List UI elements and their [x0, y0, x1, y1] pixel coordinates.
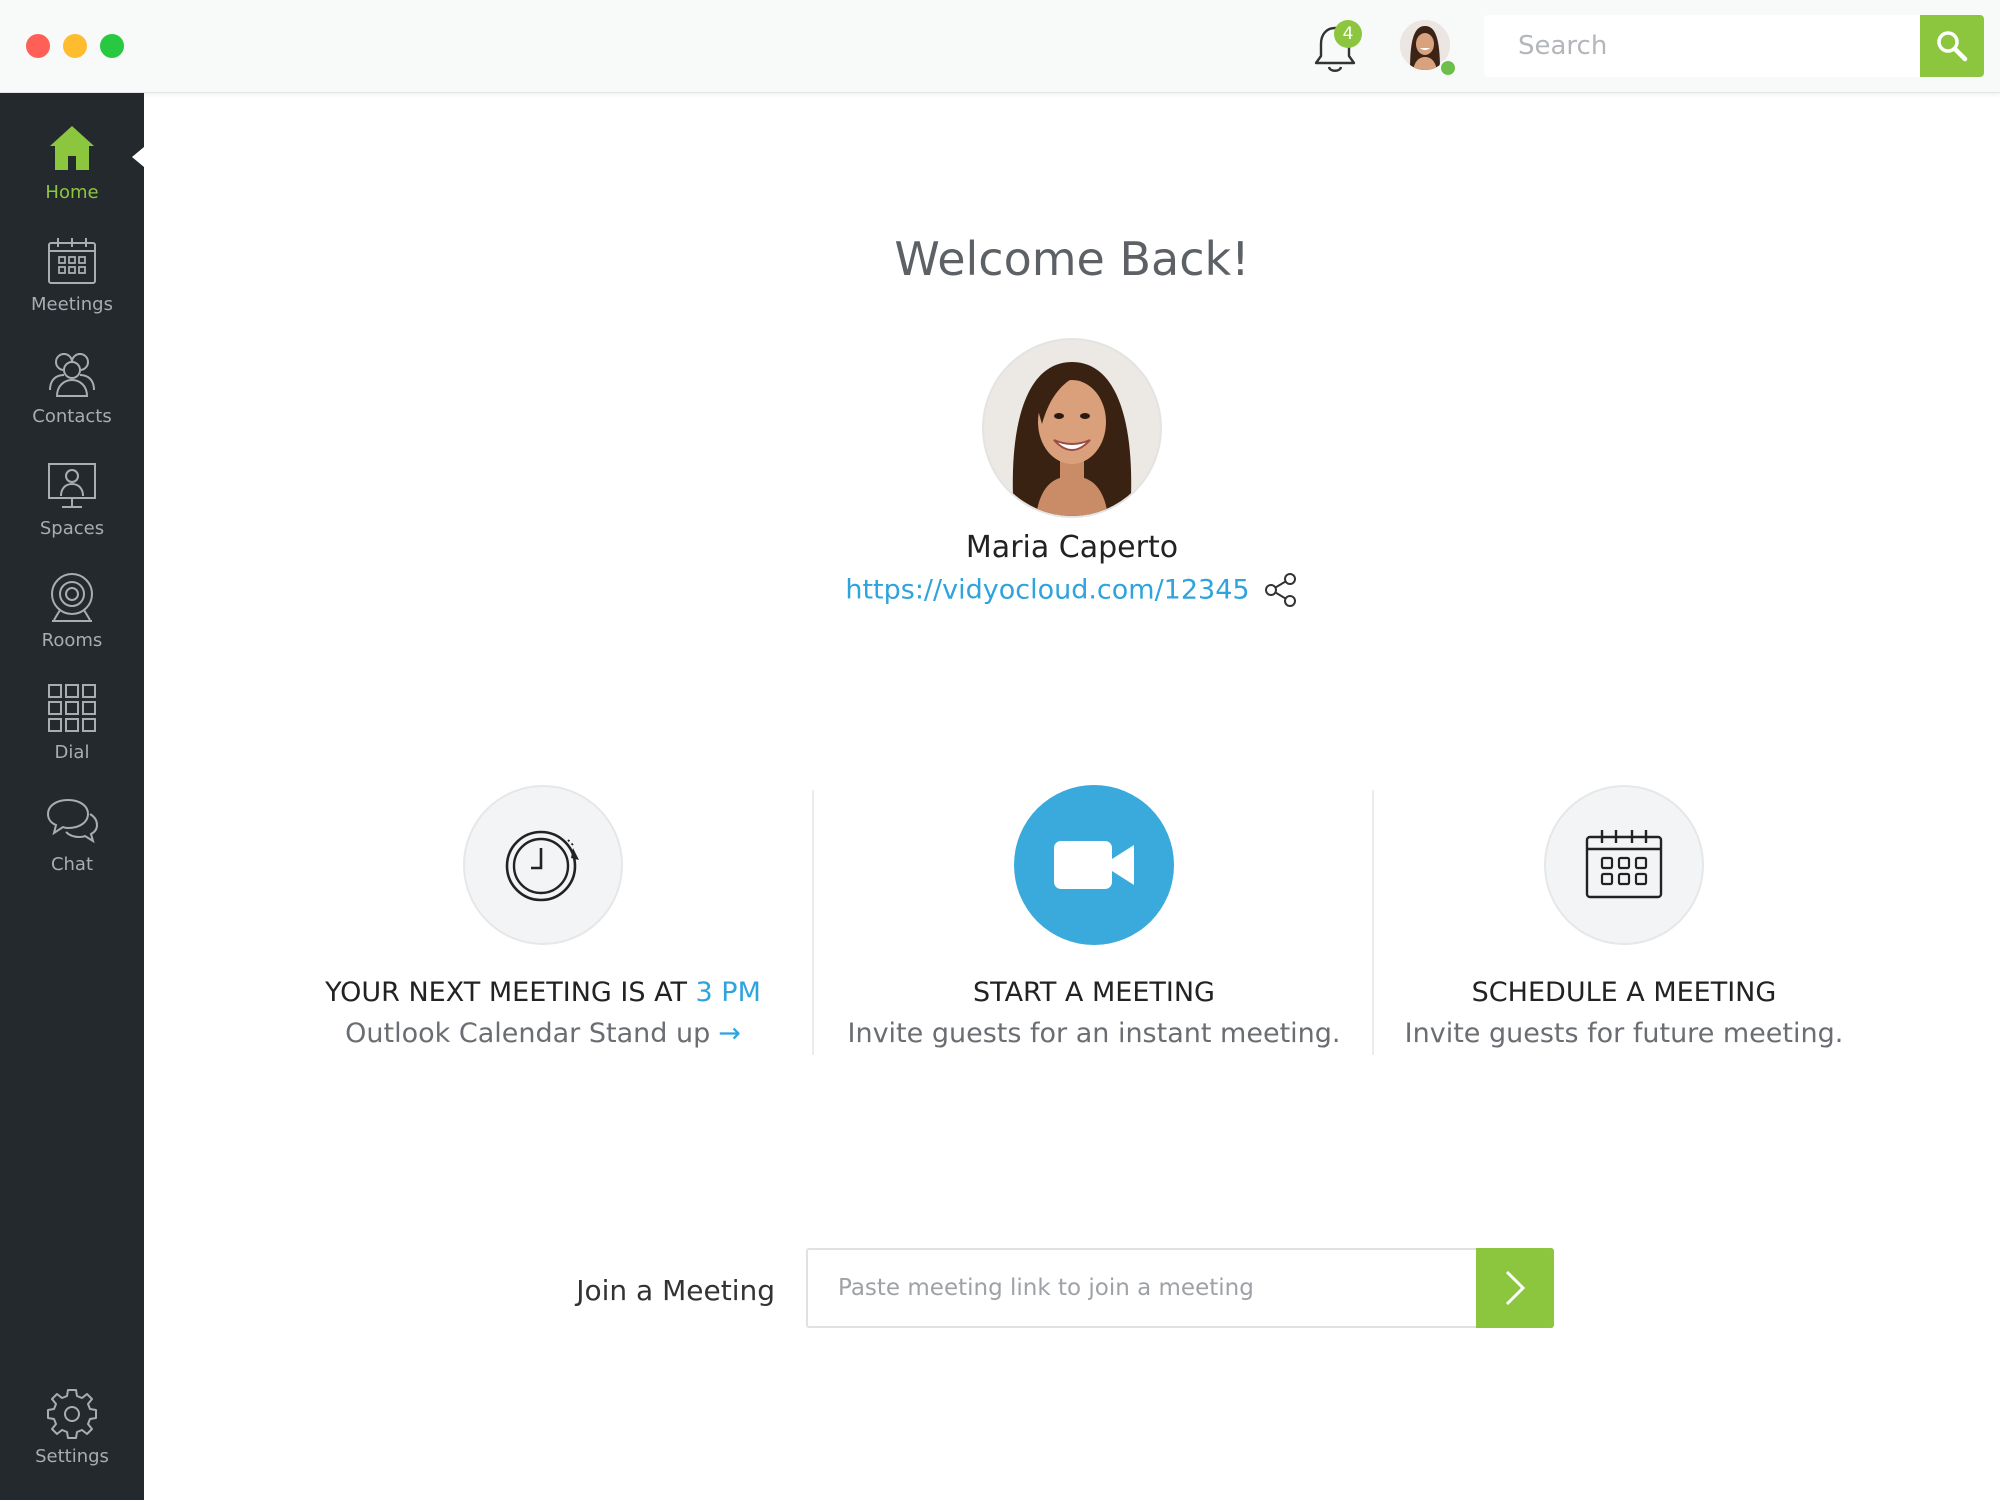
next-meeting-time: 3 PM [695, 977, 761, 1008]
sidebar-item-label: Contacts [32, 406, 112, 427]
sidebar-item-chat[interactable]: Chat [0, 794, 144, 894]
clock-icon [505, 830, 579, 902]
title-bar: 4 [0, 0, 2000, 93]
schedule-meeting-card[interactable]: SCHEDULE A MEETING Invite guests for fut… [1344, 785, 1904, 1055]
share-icon[interactable] [1263, 572, 1299, 608]
chat-bubbles-icon [46, 798, 99, 844]
calendar-icon [48, 238, 96, 284]
sidebar-item-label: Rooms [41, 630, 103, 651]
meeting-link-input[interactable] [808, 1250, 1478, 1326]
next-meeting-icon-circle [463, 785, 623, 945]
start-meeting-button[interactable] [1014, 785, 1174, 945]
people-icon [49, 353, 95, 397]
calendar-icon [1585, 830, 1663, 899]
sidebar-item-home[interactable]: Home [0, 122, 144, 222]
profile-name: Maria Caperto [965, 530, 1179, 565]
gear-icon [47, 1389, 97, 1439]
sidebar-item-contacts[interactable]: Contacts [0, 346, 144, 446]
search-button[interactable] [1920, 15, 1984, 77]
arrow-right-icon[interactable]: → [718, 1018, 741, 1049]
active-item-indicator [132, 147, 144, 167]
page-title: Welcome Back! [894, 232, 1250, 286]
sidebar: Home Meetings Contacts Spaces Rooms Dial… [0, 92, 144, 1500]
window-close-button[interactable] [26, 34, 50, 58]
sidebar-item-label: Spaces [39, 518, 105, 539]
start-meeting-card[interactable]: START A MEETING Invite guests for an ins… [814, 785, 1374, 1055]
sidebar-item-spaces[interactable]: Spaces [0, 458, 144, 558]
start-meeting-title: START A MEETING [973, 977, 1215, 1008]
window-minimize-button[interactable] [63, 34, 87, 58]
search-icon [1937, 31, 1968, 62]
sidebar-item-label: Chat [50, 854, 94, 875]
profile-link-row: https://vidyocloud.com/12345 [144, 572, 2000, 608]
next-meeting-card[interactable]: YOUR NEXT MEETING IS AT 3 PM Outlook Cal… [263, 785, 823, 1055]
home-icon [50, 126, 94, 170]
next-meeting-title-text: YOUR NEXT MEETING IS AT [325, 977, 696, 1008]
sidebar-item-rooms[interactable]: Rooms [0, 570, 144, 670]
personal-room-link[interactable]: https://vidyocloud.com/12345 [845, 575, 1249, 606]
notification-count-badge: 4 [1334, 20, 1362, 48]
window-zoom-button[interactable] [100, 34, 124, 58]
search-box [1484, 15, 1922, 77]
sidebar-item-label: Settings [35, 1446, 109, 1467]
next-meeting-title: YOUR NEXT MEETING IS AT 3 PM [263, 977, 823, 1008]
search-input[interactable] [1484, 15, 1922, 77]
schedule-meeting-title: SCHEDULE A MEETING [1471, 977, 1777, 1008]
schedule-meeting-button[interactable] [1544, 785, 1704, 945]
join-meeting-button[interactable] [1476, 1248, 1554, 1328]
sidebar-item-label: Meetings [31, 294, 113, 315]
profile-portrait [984, 340, 1160, 516]
join-meeting-box [806, 1248, 1478, 1328]
sidebar-item-label: Dial [54, 742, 90, 763]
profile-photo [982, 338, 1162, 518]
schedule-meeting-subtitle: Invite guests for future meeting. [1404, 1018, 1844, 1049]
next-meeting-subtitle: Outlook Calendar Stand up → [263, 1018, 823, 1049]
chevron-right-icon [1505, 1270, 1526, 1306]
join-meeting-label: Join a Meeting [576, 1274, 775, 1307]
start-meeting-subtitle: Invite guests for an instant meeting. [847, 1018, 1341, 1049]
sidebar-item-meetings[interactable]: Meetings [0, 234, 144, 334]
sidebar-item-dial[interactable]: Dial [0, 682, 144, 782]
video-camera-icon [1054, 841, 1134, 889]
sidebar-item-label: Home [45, 182, 99, 203]
webcam-icon [51, 573, 93, 622]
next-meeting-name: Outlook Calendar Stand up [345, 1018, 711, 1049]
sidebar-item-settings[interactable]: Settings [0, 1386, 144, 1486]
monitor-user-icon [48, 463, 96, 508]
online-status-dot [1439, 59, 1457, 77]
dialpad-icon [48, 684, 96, 732]
